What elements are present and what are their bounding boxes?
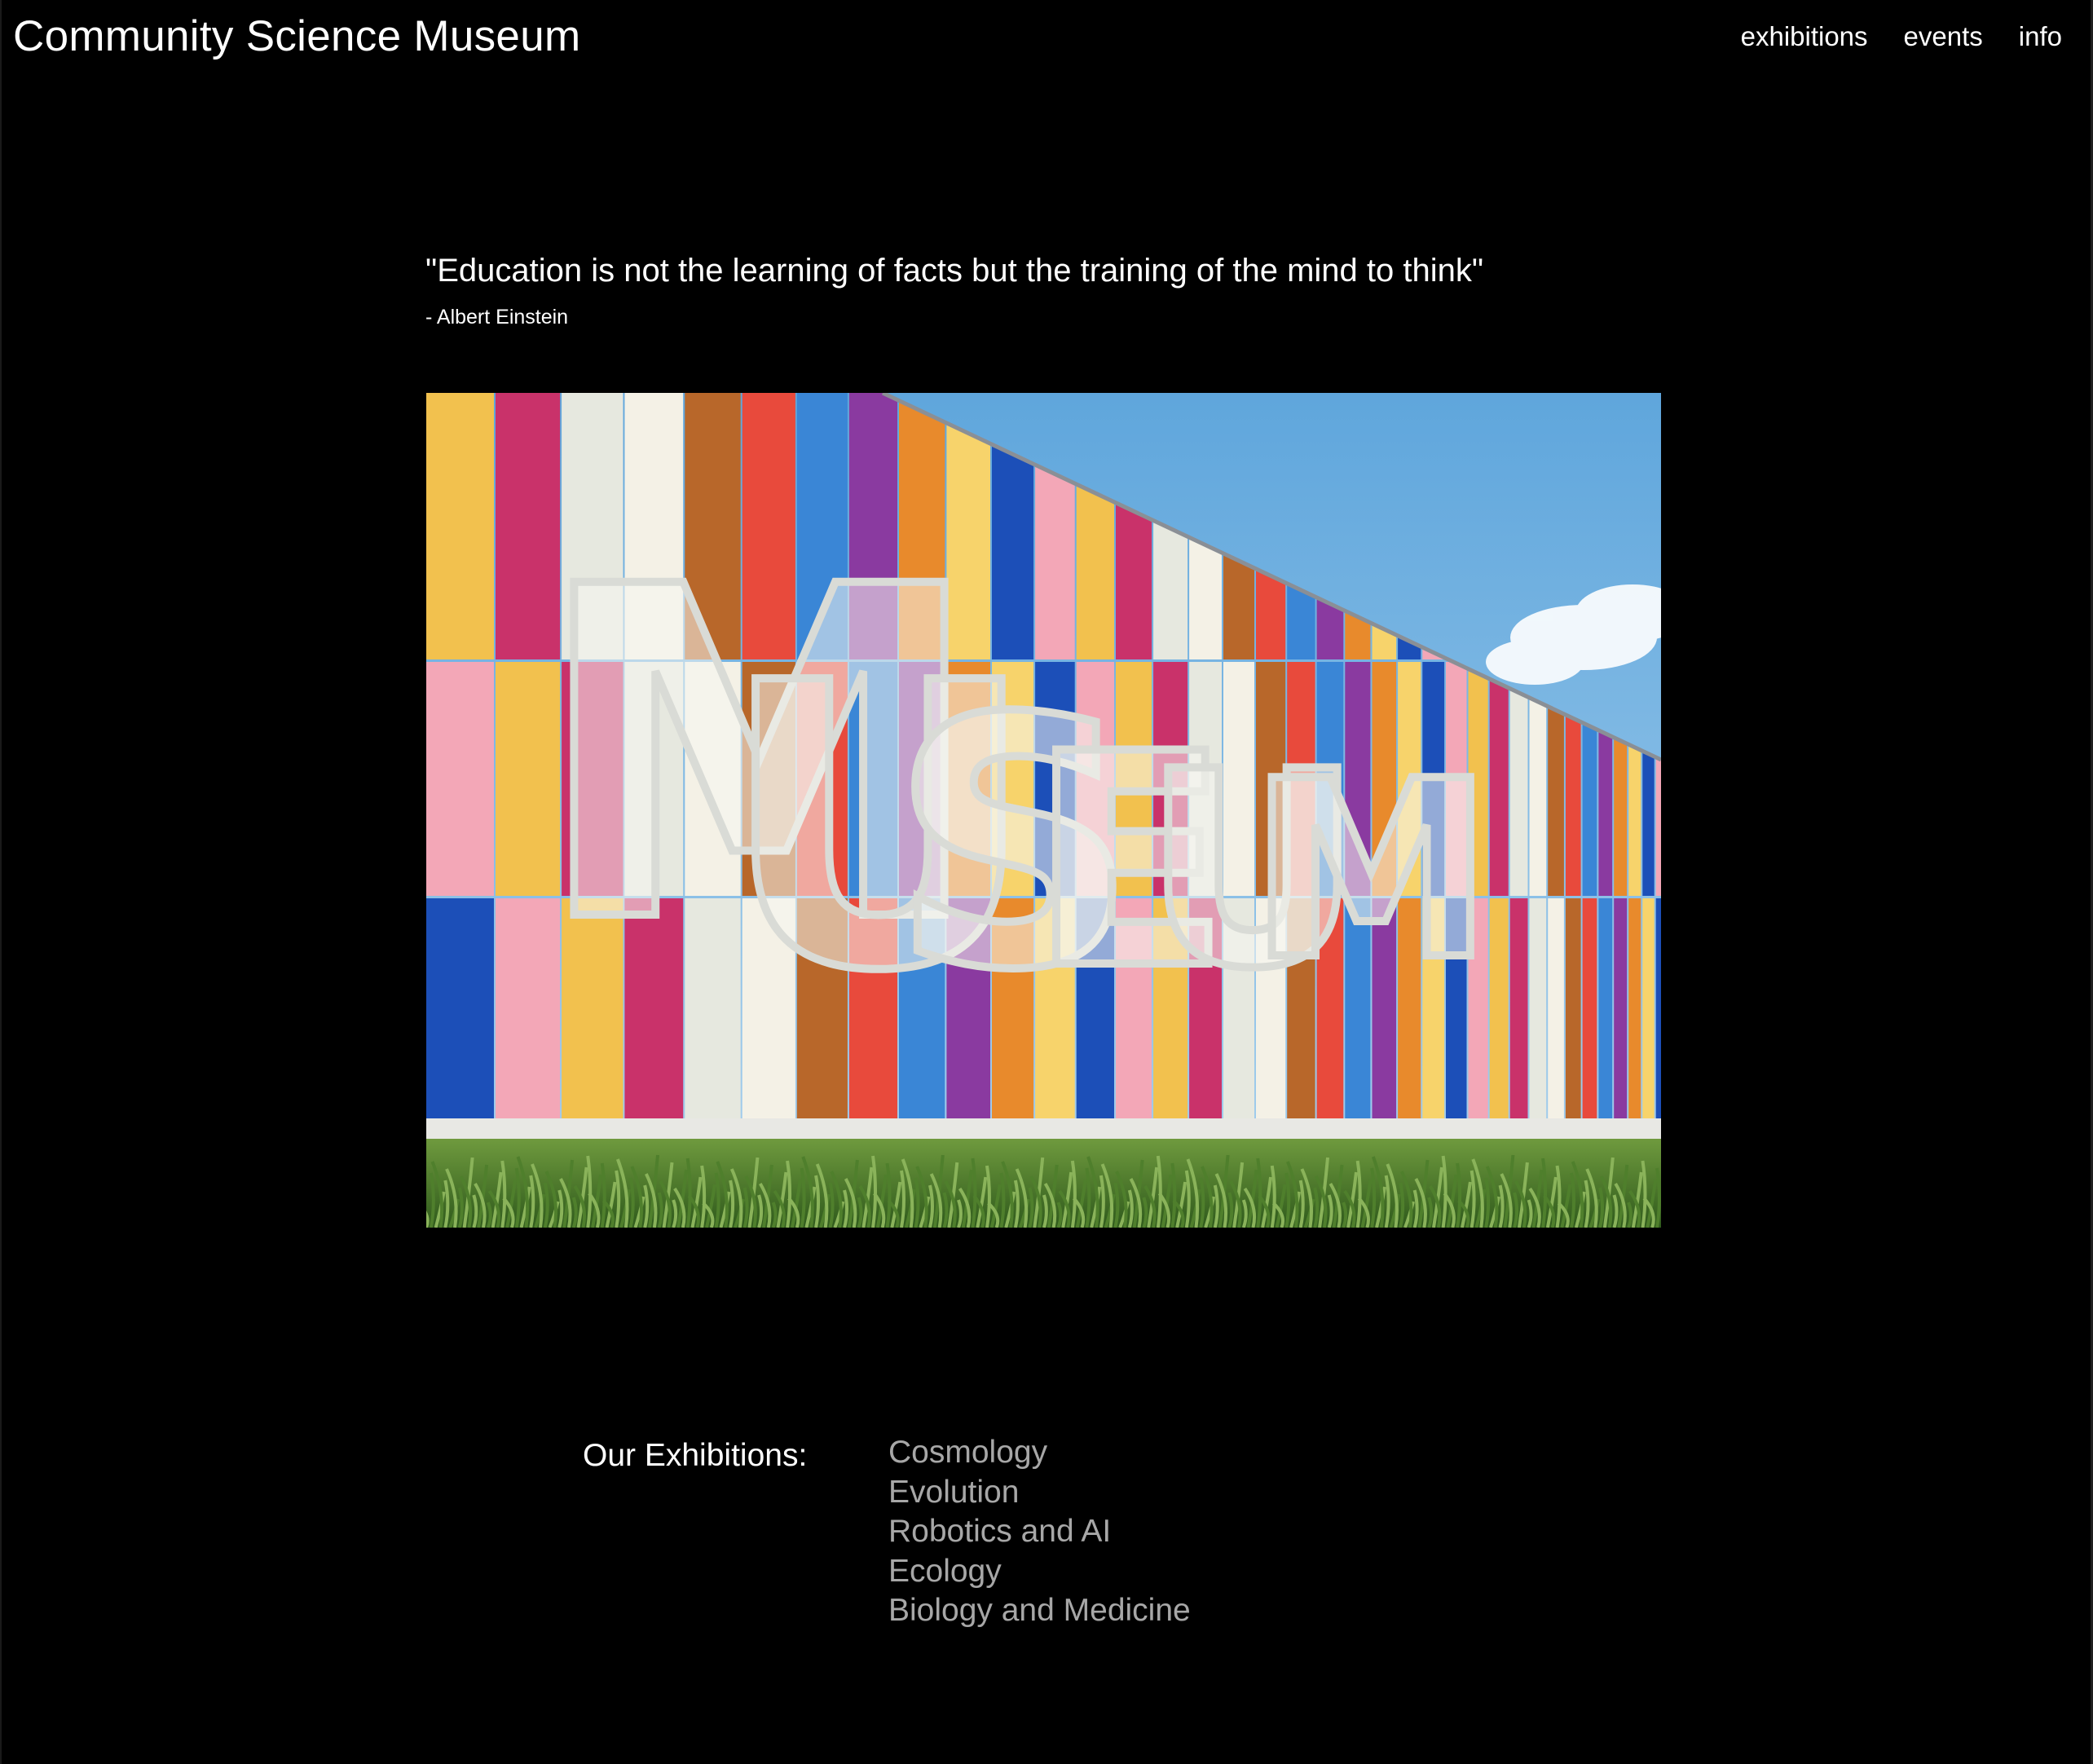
facade-panel	[426, 662, 494, 896]
facade-panel	[1642, 898, 1655, 1140]
facade-panel	[1509, 898, 1528, 1140]
exhibition-link-biology-medicine[interactable]: Biology and Medicine	[888, 1591, 1191, 1631]
facade-panel	[1582, 898, 1597, 1140]
sign-letter: M	[1249, 729, 1493, 1013]
exhibition-link-robotics-ai[interactable]: Robotics and AI	[888, 1512, 1191, 1552]
nav-info-link[interactable]: info	[2019, 16, 2062, 57]
facade-panel	[1655, 898, 1661, 1140]
quote-text: "Education is not the learning of facts …	[425, 253, 1484, 289]
facade-panel	[426, 898, 494, 1140]
page-left-border	[0, 0, 2, 1764]
exhibition-link-ecology[interactable]: Ecology	[888, 1552, 1191, 1592]
facade-panel	[1565, 898, 1581, 1140]
nav-exhibitions-link[interactable]: exhibitions	[1741, 16, 1868, 57]
facade-panel	[1598, 898, 1613, 1140]
facade-panel	[1548, 898, 1564, 1140]
exhibitions-list: Cosmology Evolution Robotics and AI Ecol…	[888, 1433, 1191, 1631]
exhibitions-label: Our Exhibitions:	[583, 1438, 808, 1473]
facade-panel	[1529, 898, 1547, 1140]
site-title[interactable]: Community Science Museum	[13, 8, 580, 65]
main-nav: exhibitions events info	[1741, 16, 2062, 57]
hero-image: MUSEUM	[426, 393, 1661, 1228]
facade-panel	[426, 393, 494, 659]
museum-facade-photo: MUSEUM	[426, 393, 1661, 1228]
exhibition-link-cosmology[interactable]: Cosmology	[888, 1433, 1191, 1473]
quote-author: - Albert Einstein	[425, 306, 569, 329]
facade-panel	[1628, 898, 1641, 1140]
exhibition-link-evolution[interactable]: Evolution	[888, 1473, 1191, 1513]
nav-events-link[interactable]: events	[1904, 16, 1983, 57]
facade-panel	[1614, 898, 1628, 1140]
